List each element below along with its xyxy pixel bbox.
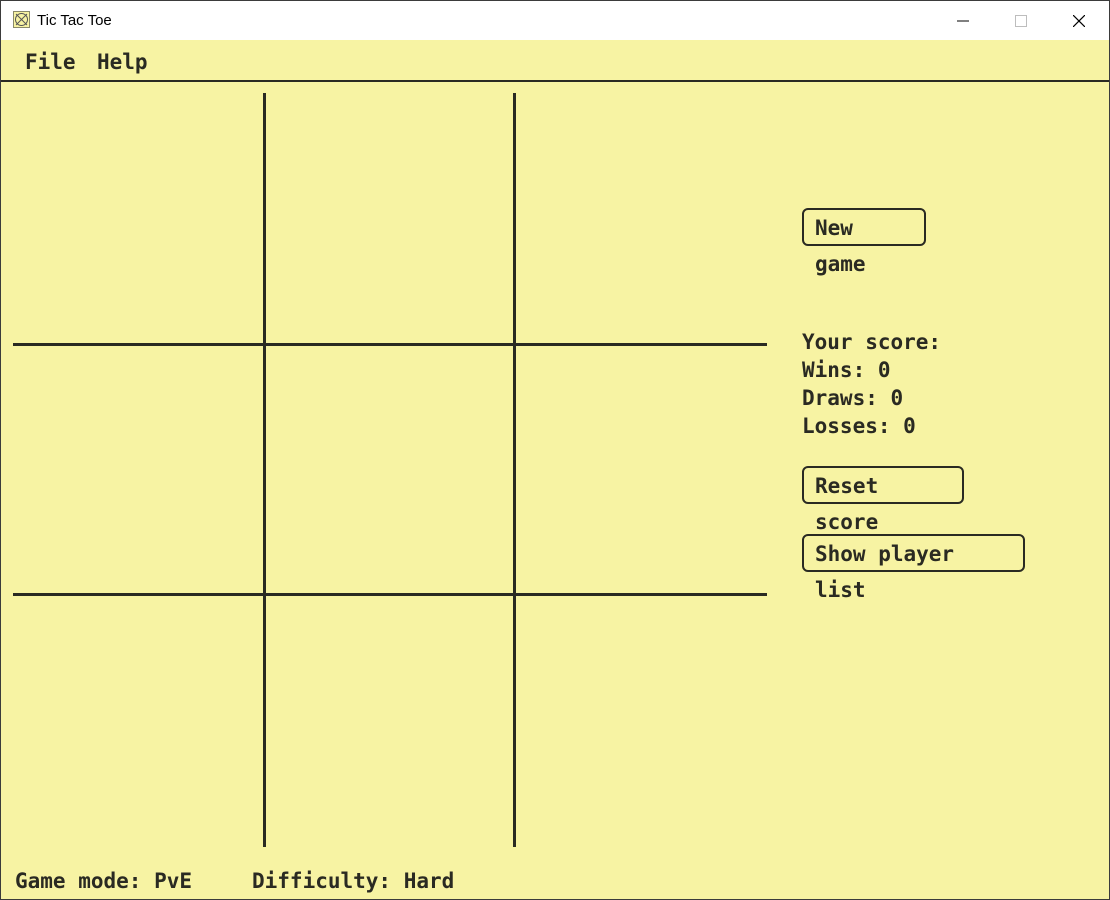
new-game-button[interactable]: New game <box>802 208 926 276</box>
maximize-icon <box>1015 15 1027 27</box>
score-draws: Draws: 0 <box>802 386 904 410</box>
show-player-list-button[interactable]: Show player list <box>802 534 1025 602</box>
app-window: Tic Tac Toe File Help New game Your scor… <box>0 0 1110 900</box>
board-cell-8[interactable] <box>266 596 514 844</box>
board-cell-2[interactable] <box>266 93 514 341</box>
window-title: Tic Tac Toe <box>37 12 112 29</box>
minimize-button[interactable] <box>934 1 992 40</box>
menu-bar: File Help <box>1 40 1109 82</box>
score-heading: Your score: <box>802 330 942 354</box>
reset-score-button[interactable]: Reset score <box>802 466 964 534</box>
game-mode-status: Game mode: PvE <box>15 869 193 893</box>
board-cell-6[interactable] <box>516 346 764 594</box>
board-cell-5[interactable] <box>266 346 514 594</box>
menu-file[interactable]: File <box>25 50 76 74</box>
difficulty-status: Difficulty: Hard <box>252 869 455 893</box>
board-cell-3[interactable] <box>516 93 764 341</box>
close-icon <box>1073 15 1085 27</box>
minimize-icon <box>957 20 969 22</box>
board-cell-9[interactable] <box>516 596 764 844</box>
close-button[interactable] <box>1050 1 1108 40</box>
game-board <box>1 82 781 862</box>
title-bar[interactable]: Tic Tac Toe <box>1 1 1109 40</box>
maximize-button[interactable] <box>992 1 1050 40</box>
board-cell-4[interactable] <box>13 346 261 594</box>
tic-tac-toe-app-icon <box>13 11 30 28</box>
menu-help[interactable]: Help <box>97 50 148 74</box>
board-cell-7[interactable] <box>13 596 261 844</box>
board-cell-1[interactable] <box>13 93 261 341</box>
score-wins: Wins: 0 <box>802 358 891 382</box>
score-losses: Losses: 0 <box>802 414 916 438</box>
